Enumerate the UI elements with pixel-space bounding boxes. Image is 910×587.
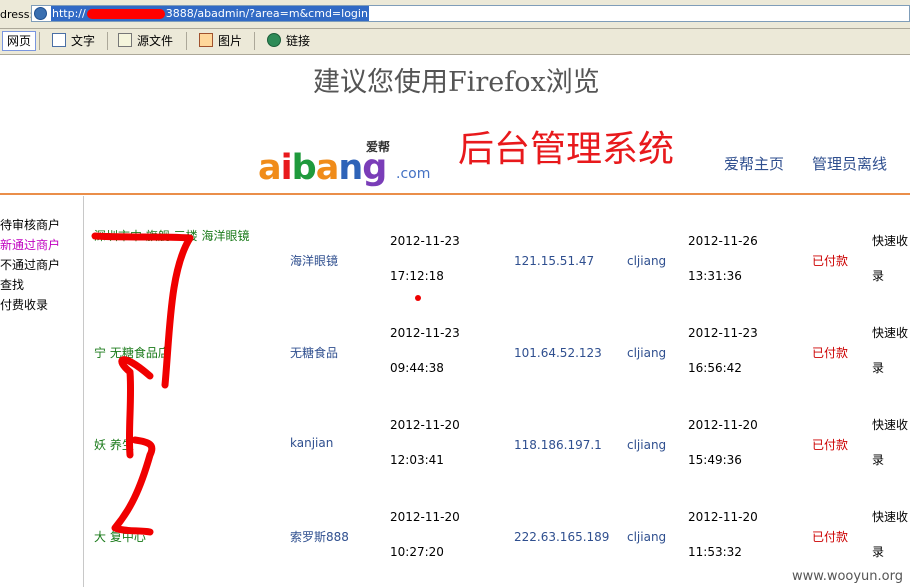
sidebar-item-rejected[interactable]: 不通过商户: [0, 256, 60, 273]
quick-include-link[interactable]: 快速收录: [872, 316, 910, 386]
table-row: 大 复中心 索罗斯888 2012-11-20 10:27:20 222.63.1…: [84, 490, 910, 582]
aibang-logo[interactable]: 爱帮 aibang .com: [258, 138, 433, 190]
picture-icon: [199, 33, 213, 47]
sidebar-item-search[interactable]: 查找: [0, 276, 24, 293]
toolbar-separator: [186, 32, 187, 50]
toolbar-webpage-button[interactable]: 网页: [2, 31, 37, 51]
browser-recommendation: 建议您使用Firefox浏览: [313, 67, 600, 98]
operator-user: cljiang: [627, 346, 667, 360]
sidebar-item-approved[interactable]: 新通过商户: [0, 236, 60, 253]
ip-address: 118.186.197.1: [514, 438, 602, 452]
created-datetime: 2012-11-23 17:12:18: [390, 234, 460, 283]
paid-datetime: 2012-11-23 16:56:42: [688, 326, 758, 375]
merchant-brand: 索罗斯888: [290, 530, 349, 544]
quick-include-link[interactable]: 快速收录: [872, 224, 910, 294]
redaction-mark: [86, 9, 165, 19]
logout-link[interactable]: 管理员离线: [812, 153, 887, 174]
merchant-name[interactable]: 宁 无糖食品店: [94, 344, 170, 361]
ip-address: 121.15.51.47: [514, 254, 595, 268]
merchant-name[interactable]: 妖 养生: [94, 436, 134, 453]
payment-status: 已付款: [812, 254, 849, 268]
sidebar-item-pending[interactable]: 待审核商户: [0, 216, 60, 233]
table-row: 深圳市中 旗舰 三楼 海洋眼镜 海洋眼镜 2012-11-23 17:12:18 …: [84, 214, 910, 306]
page-icon: [34, 7, 47, 20]
merchant-brand: kanjian: [290, 436, 334, 450]
sidebar-item-paid[interactable]: 付费收录: [0, 296, 48, 313]
header-divider: [0, 193, 910, 195]
text-icon: [52, 33, 66, 47]
merchant-name[interactable]: 深圳市中 旗舰 三楼 海洋眼镜: [94, 218, 272, 254]
paid-datetime: 2012-11-20 15:49:36: [688, 418, 758, 467]
created-datetime: 2012-11-20 10:27:20: [390, 510, 460, 559]
page-title: 后台管理系统: [458, 129, 675, 170]
toolbar-separator: [39, 32, 40, 50]
merchant-name[interactable]: 大 复中心: [94, 528, 146, 545]
operator-user: cljiang: [627, 438, 667, 452]
toolbar-text-button[interactable]: 文字: [52, 31, 95, 51]
table-row: 妖 养生 kanjian 2012-11-20 12:03:41 118.186.…: [84, 398, 910, 490]
toolbar-link-button[interactable]: 链接: [267, 31, 310, 51]
view-toolbar: 网页 文字 源文件 图片 链接: [0, 29, 910, 55]
source-file-icon: [118, 33, 132, 47]
payment-status: 已付款: [812, 346, 849, 360]
toolbar-separator: [254, 32, 255, 50]
address-label: dress:: [0, 8, 34, 21]
payment-status: 已付款: [812, 530, 849, 544]
toolbar-picture-button[interactable]: 图片: [199, 31, 242, 51]
toolbar-separator: [107, 32, 108, 50]
paid-datetime: 2012-11-26 13:31:36: [688, 234, 758, 283]
quick-include-link[interactable]: 快速收录: [872, 500, 910, 570]
operator-user: cljiang: [627, 530, 667, 544]
toolbar-source-button[interactable]: 源文件: [118, 31, 173, 51]
ip-address: 222.63.165.189: [514, 530, 610, 544]
payment-status: 已付款: [812, 438, 849, 452]
url-text[interactable]: http://3888/abadmin/?area=m&cmd=login: [51, 6, 369, 21]
quick-include-link[interactable]: 快速收录: [872, 408, 910, 478]
address-bar: dress: http://3888/abadmin/?area=m&cmd=l…: [0, 0, 910, 29]
ip-address: 101.64.52.123: [514, 346, 602, 360]
logo-domain: .com: [396, 166, 431, 182]
sidebar-nav: 待审核商户 新通过商户 不通过商户 查找 付费收录: [0, 196, 84, 587]
operator-user: cljiang: [627, 254, 667, 268]
table-row: 宁 无糖食品店 无糖食品 2012-11-23 09:44:38 101.64.5…: [84, 306, 910, 398]
link-icon: [267, 33, 281, 47]
watermark: www.wooyun.org: [787, 568, 907, 585]
created-datetime: 2012-11-20 12:03:41: [390, 418, 460, 467]
url-input[interactable]: http://3888/abadmin/?area=m&cmd=login: [31, 5, 910, 22]
paid-datetime: 2012-11-20 11:53:32: [688, 510, 758, 559]
logo-wordmark: aibang: [258, 148, 387, 188]
merchant-brand: 海洋眼镜: [290, 254, 339, 268]
merchant-brand: 无糖食品: [290, 346, 339, 360]
created-datetime: 2012-11-23 09:44:38: [390, 326, 460, 375]
cursor-dot: [415, 295, 421, 301]
home-link[interactable]: 爱帮主页: [724, 153, 784, 174]
